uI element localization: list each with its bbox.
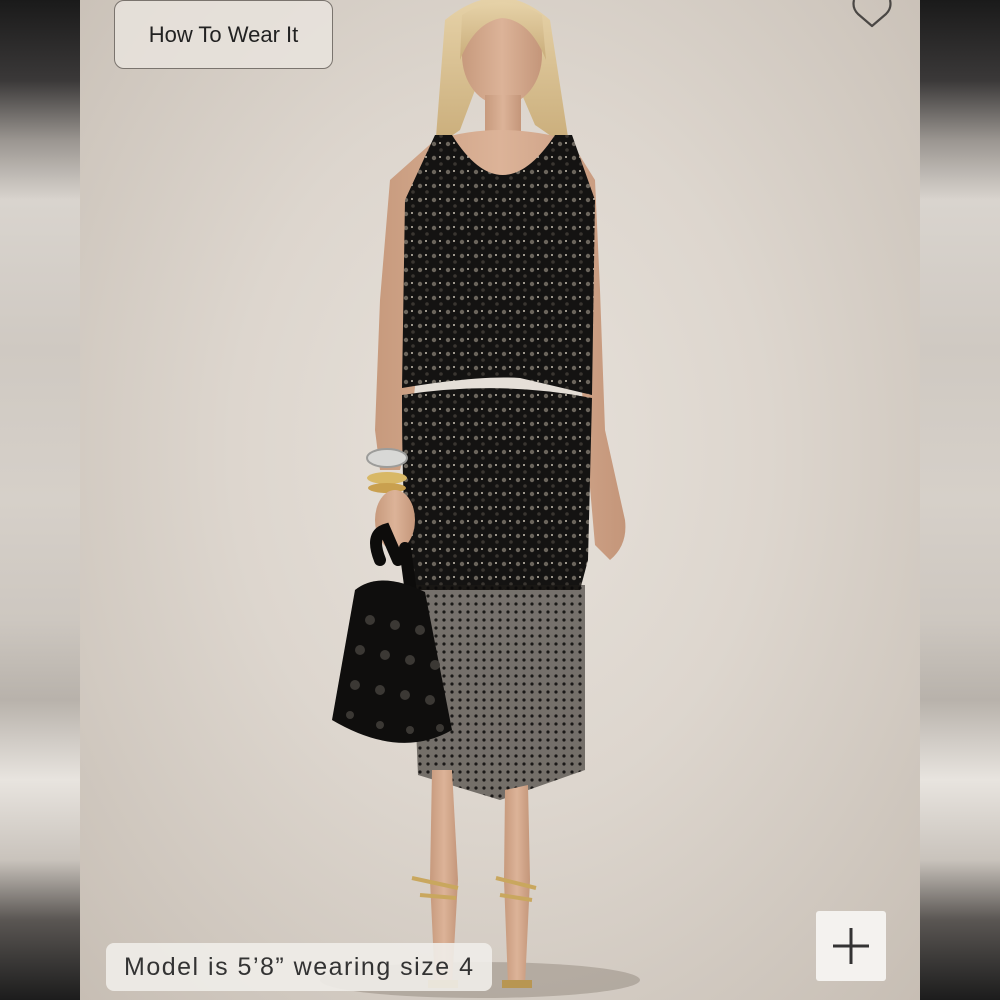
how-to-wear-button[interactable]: How To Wear It xyxy=(114,0,333,69)
model-size-text: Model is 5’8” wearing size 4 xyxy=(124,952,475,981)
how-to-wear-label: How To Wear It xyxy=(148,21,299,47)
model-illustration xyxy=(320,0,640,998)
product-image-viewer: How To Wear It Model is 5’8” wearing siz… xyxy=(0,0,1000,1000)
zoom-button[interactable] xyxy=(816,911,886,981)
right-blur-edge xyxy=(920,0,1000,1000)
left-blur-edge xyxy=(0,0,80,1000)
heart-outline-icon[interactable] xyxy=(848,0,896,30)
plus-icon xyxy=(833,928,869,964)
model-size-caption: Model is 5’8” wearing size 4 xyxy=(106,943,493,991)
product-photo[interactable] xyxy=(80,0,920,1000)
